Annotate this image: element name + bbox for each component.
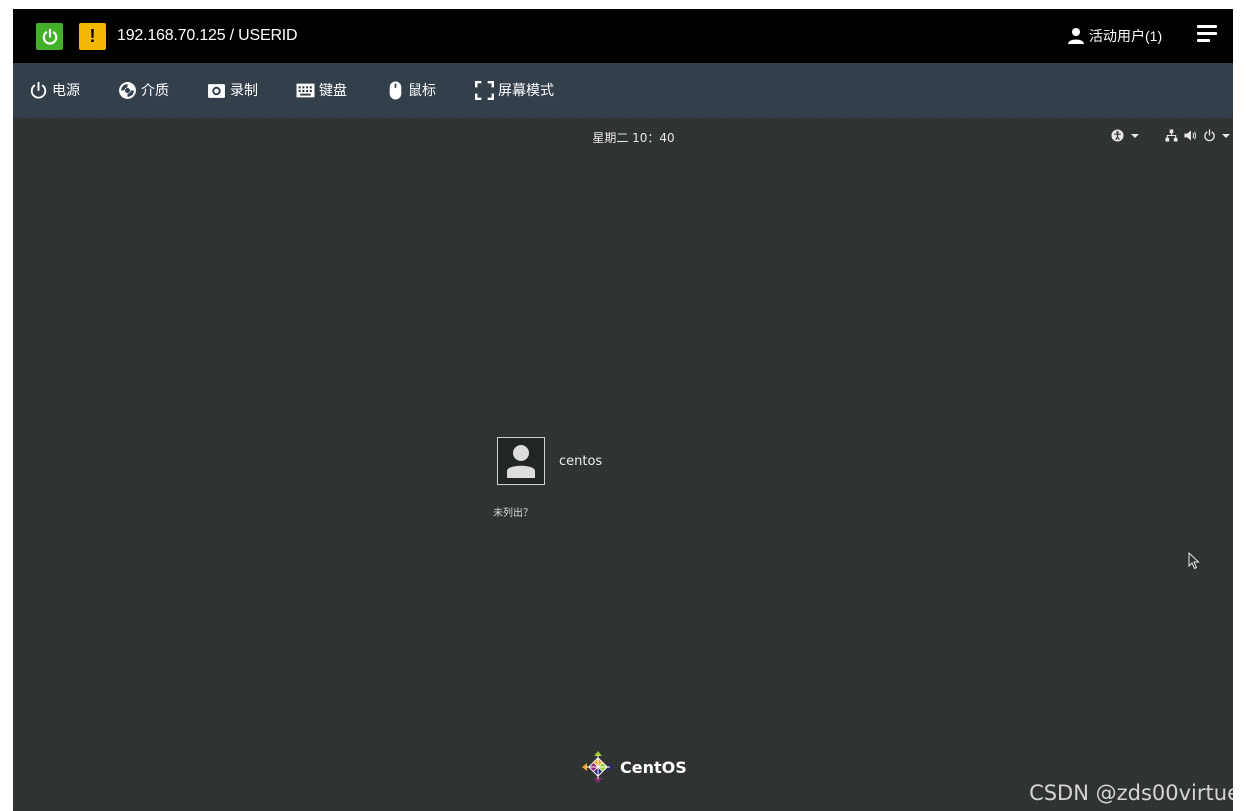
media-disc-icon <box>119 81 136 99</box>
user-avatar-icon <box>507 445 535 478</box>
mouse-menu-button[interactable]: 鼠标 <box>387 80 436 100</box>
screen-mode-menu-button[interactable]: 屏幕模式 <box>475 80 554 100</box>
user-list-item[interactable]: centos <box>497 437 602 485</box>
accessibility-menu[interactable] <box>1111 129 1139 142</box>
keyboard-menu-label: 键盘 <box>319 82 347 98</box>
watermark: CSDN @zds00virtue <box>1029 781 1240 805</box>
user-icon <box>1068 28 1084 44</box>
menu-icon[interactable] <box>1197 25 1217 45</box>
power-menu-button[interactable]: 电源 <box>29 80 80 100</box>
mouse-icon <box>389 81 402 99</box>
screen-mode-menu-label: 屏幕模式 <box>498 82 554 98</box>
remote-console-window: ! 192.168.70.125 / USERID 活动用户(1) 电源 介质 … <box>13 9 1246 811</box>
clock[interactable]: 星期二 10：40 <box>17 129 1246 146</box>
warning-icon[interactable]: ! <box>79 23 106 50</box>
record-menu-label: 录制 <box>230 82 258 98</box>
centos-logo-icon <box>582 751 614 783</box>
chevron-down-icon <box>1131 133 1139 138</box>
user-name: centos <box>559 453 603 469</box>
active-users-button[interactable]: 活动用户(1) <box>1067 26 1162 46</box>
keyboard-menu-button[interactable]: 键盘 <box>296 80 347 100</box>
page-margin <box>1233 0 1246 811</box>
remote-screen[interactable]: 星期二 10：40 centos 未列出？ CentOS CSDN @zds00… <box>13 118 1246 811</box>
media-menu-button[interactable]: 介质 <box>118 80 169 100</box>
top-bar: ! 192.168.70.125 / USERID 活动用户(1) <box>13 9 1246 63</box>
volume-icon <box>1184 130 1197 141</box>
mouse-menu-label: 鼠标 <box>408 82 436 98</box>
system-menu[interactable] <box>1165 129 1230 142</box>
power-icon <box>30 81 47 99</box>
chevron-down-icon <box>1222 133 1230 138</box>
power-status-icon[interactable] <box>36 23 63 50</box>
power-menu-label: 电源 <box>52 82 80 98</box>
accessibility-icon <box>1111 129 1124 142</box>
network-icon <box>1165 129 1178 142</box>
power-off-icon <box>1204 129 1215 142</box>
connection-title: 192.168.70.125 / USERID <box>117 27 298 44</box>
mouse-cursor-icon <box>1188 552 1200 570</box>
avatar <box>497 437 545 485</box>
toolbar: 电源 介质 录制 键盘 鼠标 屏幕模式 <box>13 63 1246 118</box>
record-menu-button[interactable]: 录制 <box>207 80 258 100</box>
keyboard-icon <box>296 83 315 97</box>
media-menu-label: 介质 <box>141 82 169 98</box>
camera-icon <box>208 83 225 98</box>
centos-logo: CentOS <box>582 750 687 784</box>
fullscreen-icon <box>475 80 494 100</box>
centos-logo-text: CentOS <box>620 757 687 777</box>
not-listed-link[interactable]: 未列出？ <box>493 504 533 519</box>
active-users-label: 活动用户(1) <box>1089 28 1163 44</box>
